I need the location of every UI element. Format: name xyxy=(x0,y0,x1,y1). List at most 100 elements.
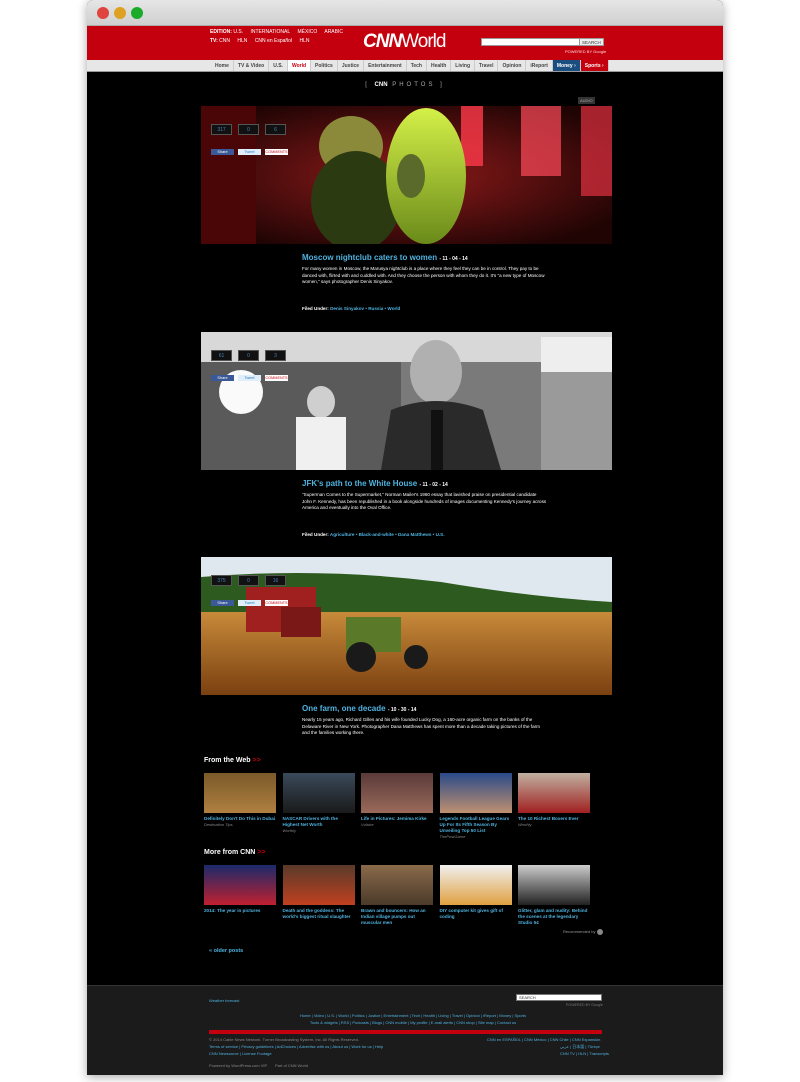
nav-tv-video[interactable]: TV & Video xyxy=(234,60,270,71)
tweet-button[interactable]: Tweet xyxy=(238,375,261,381)
post-title[interactable]: Moscow nightclub caters to women - 11 - … xyxy=(302,253,468,262)
tv-cnn-espanol[interactable]: CNN en Español xyxy=(255,38,292,44)
part-of-cnn-world: Part of CNN World xyxy=(275,1063,309,1068)
edition-international[interactable]: INTERNATIONAL xyxy=(250,29,290,35)
more-from-cnn-heading: More from CNN >> xyxy=(204,849,265,856)
facebook-count: 61 xyxy=(211,350,232,361)
comments-button[interactable]: COMMENTS xyxy=(265,375,288,381)
tv-hln[interactable]: HLN xyxy=(299,38,309,44)
international-sites[interactable]: CNN en ESPAÑOL | CNN México | CNN Chile … xyxy=(487,1037,600,1043)
tv-cnn[interactable]: CNN xyxy=(219,38,230,44)
share-box: 317 0 6 Share Tweet COMMENTS xyxy=(211,118,293,158)
more-from-cnn-arrow: >> xyxy=(257,849,266,856)
cnn-tile[interactable]: DIY computer kit gives gift of coding xyxy=(439,865,512,926)
web-tile[interactable]: Life in Pictures: Jemima Kirke Vulture xyxy=(361,773,433,839)
close-window-button[interactable] xyxy=(97,7,109,19)
filed-under-tags[interactable]: Agriculture • Black-and-white • Dana Mat… xyxy=(330,532,445,537)
nav-tech[interactable]: Tech xyxy=(407,60,427,71)
powered-by-wordpress[interactable]: Powered by WordPress.com VIP xyxy=(209,1063,267,1069)
footer-tool-links[interactable]: Tools & widgets | RSS | Podcasts | Blogs… xyxy=(273,1020,553,1026)
post-farm: 375 0 16 Share Tweet COMMENTS One farm, one … xyxy=(201,557,612,735)
filed-under-tags[interactable]: Denis Sinyakov • Russia • World xyxy=(330,306,400,311)
post-title-text: JFK's path to the White House xyxy=(302,479,418,488)
search-button[interactable]: SEARCH xyxy=(579,38,604,46)
tweet-count: 0 xyxy=(238,575,259,586)
post-title[interactable]: One farm, one decade - 10 - 30 - 14 xyxy=(302,704,416,713)
nav-us[interactable]: U.S. xyxy=(269,60,288,71)
web-tile-source: Worthly xyxy=(282,828,297,833)
terms-links[interactable]: Terms of service | Privacy guidelines | … xyxy=(209,1044,383,1050)
language-links[interactable]: عربي | 日本語 | Türkçe xyxy=(560,1044,600,1050)
weather-forecast-link[interactable]: Weather forecast xyxy=(209,998,239,1003)
cnn-tile[interactable]: Death and the goddess: The world's bigge… xyxy=(282,865,355,926)
post-description: Nearly 15 years ago, Richard Gilles and … xyxy=(302,717,540,735)
comments-button[interactable]: COMMENTS xyxy=(265,600,288,606)
tv-label: TV: xyxy=(210,38,218,44)
logo-world: World xyxy=(401,31,446,52)
from-the-web-title: From the Web xyxy=(204,757,251,764)
nav-travel[interactable]: Travel xyxy=(475,60,499,71)
cnn-tile[interactable]: 2014: The year in pictures xyxy=(204,865,276,926)
nav-opinion[interactable]: Opinion xyxy=(498,60,527,71)
nav-home[interactable]: Home xyxy=(211,60,234,71)
web-tile[interactable]: Definitely Don't Do This in Dubai Destin… xyxy=(204,773,276,839)
tv-links[interactable]: CNN TV | HLN | Transcripts xyxy=(560,1051,609,1057)
tweet-button[interactable]: Tweet xyxy=(238,600,261,606)
web-tile[interactable]: Legends Football League Gears Up For Its… xyxy=(439,773,512,839)
web-tile-source: Worthly xyxy=(518,822,532,827)
minimize-window-button[interactable] xyxy=(114,7,126,19)
edition-mexico[interactable]: MÉXICO xyxy=(298,29,318,35)
post-title-text: One farm, one decade xyxy=(302,704,386,713)
maximize-window-button[interactable] xyxy=(131,7,143,19)
cnn-tile-image xyxy=(361,865,433,905)
web-tile[interactable]: NASCAR Drivers with the Highest Net Wort… xyxy=(282,773,355,839)
cnn-tile[interactable]: Brawn and bouncers: How an Indian villag… xyxy=(361,865,433,926)
nav-world[interactable]: World xyxy=(287,60,312,71)
facebook-share-button[interactable]: Share xyxy=(211,600,234,606)
nav-politics[interactable]: Politics xyxy=(311,60,338,71)
nav-sports[interactable]: Sports › xyxy=(580,60,609,71)
comment-count: 6 xyxy=(265,124,286,135)
cnn-tile-image xyxy=(439,865,512,905)
newsource-links[interactable]: CNN Newsource | License Footage xyxy=(209,1051,272,1057)
facebook-share-button[interactable]: Share xyxy=(211,149,234,155)
edition-label: EDITION: xyxy=(210,29,232,35)
main-nav: Home TV & Video U.S. World Politics Just… xyxy=(87,60,723,72)
footer-red-bar xyxy=(209,1030,602,1034)
footer-search-input[interactable]: SEARCH xyxy=(516,994,602,1001)
window-chrome xyxy=(87,0,723,26)
recommended-by[interactable]: Recommended by xyxy=(563,929,603,935)
nav-ireport[interactable]: iReport xyxy=(526,60,553,71)
edition-arabic[interactable]: ARABIC xyxy=(324,29,343,35)
web-tile-caption: NASCAR Drivers with the Highest Net Wort… xyxy=(282,816,338,827)
nav-entertainment[interactable]: Entertainment xyxy=(364,60,407,71)
web-tile-image xyxy=(282,773,355,813)
site-footer: Weather forecast SEARCH POWERED BY Googl… xyxy=(87,985,723,1075)
tweet-button[interactable]: Tweet xyxy=(238,149,261,155)
web-tile[interactable]: The 10 Richest Boxers Ever Worthly xyxy=(518,773,590,839)
post-title[interactable]: JFK's path to the White House - 11 - 02 … xyxy=(302,479,448,488)
cnn-world-logo[interactable]: CNNWorld xyxy=(363,31,446,53)
filed-under-label: Filed Under: xyxy=(302,532,329,537)
tv-hln-1[interactable]: HLN xyxy=(237,38,247,44)
older-posts-link[interactable]: « older posts xyxy=(209,948,243,954)
logo-cnn: CNN xyxy=(363,31,402,52)
nav-living[interactable]: Living xyxy=(451,60,476,71)
nav-justice[interactable]: Justice xyxy=(338,60,365,71)
facebook-count: 375 xyxy=(211,575,232,586)
cnn-tile[interactable]: Glitter, glam and nudity: Behind the sce… xyxy=(518,865,590,926)
post-body: One farm, one decade - 10 - 30 - 14 Near… xyxy=(201,695,612,755)
post-jfk: 61 0 3 Share Tweet COMMENTS JFK's path to th… xyxy=(201,332,612,537)
facebook-share-button[interactable]: Share xyxy=(211,375,234,381)
filed-under-label: Filed Under: xyxy=(302,306,329,311)
tweet-count: 0 xyxy=(238,124,259,135)
edition-us[interactable]: U.S. xyxy=(233,29,243,35)
cnn-tile-caption: Brawn and bouncers: How an Indian villag… xyxy=(361,908,426,925)
post-title-text: Moscow nightclub caters to women xyxy=(302,253,438,262)
post-body: JFK's path to the White House - 11 - 02 … xyxy=(201,470,612,550)
nav-health[interactable]: Health xyxy=(427,60,452,71)
footer-nav-links[interactable]: Home | Video | U.S. | World | Politics |… xyxy=(273,1013,553,1019)
comments-button[interactable]: COMMENTS xyxy=(265,149,288,155)
audio-button[interactable]: AUDIO xyxy=(578,97,595,104)
nav-money[interactable]: Money › xyxy=(552,60,581,71)
